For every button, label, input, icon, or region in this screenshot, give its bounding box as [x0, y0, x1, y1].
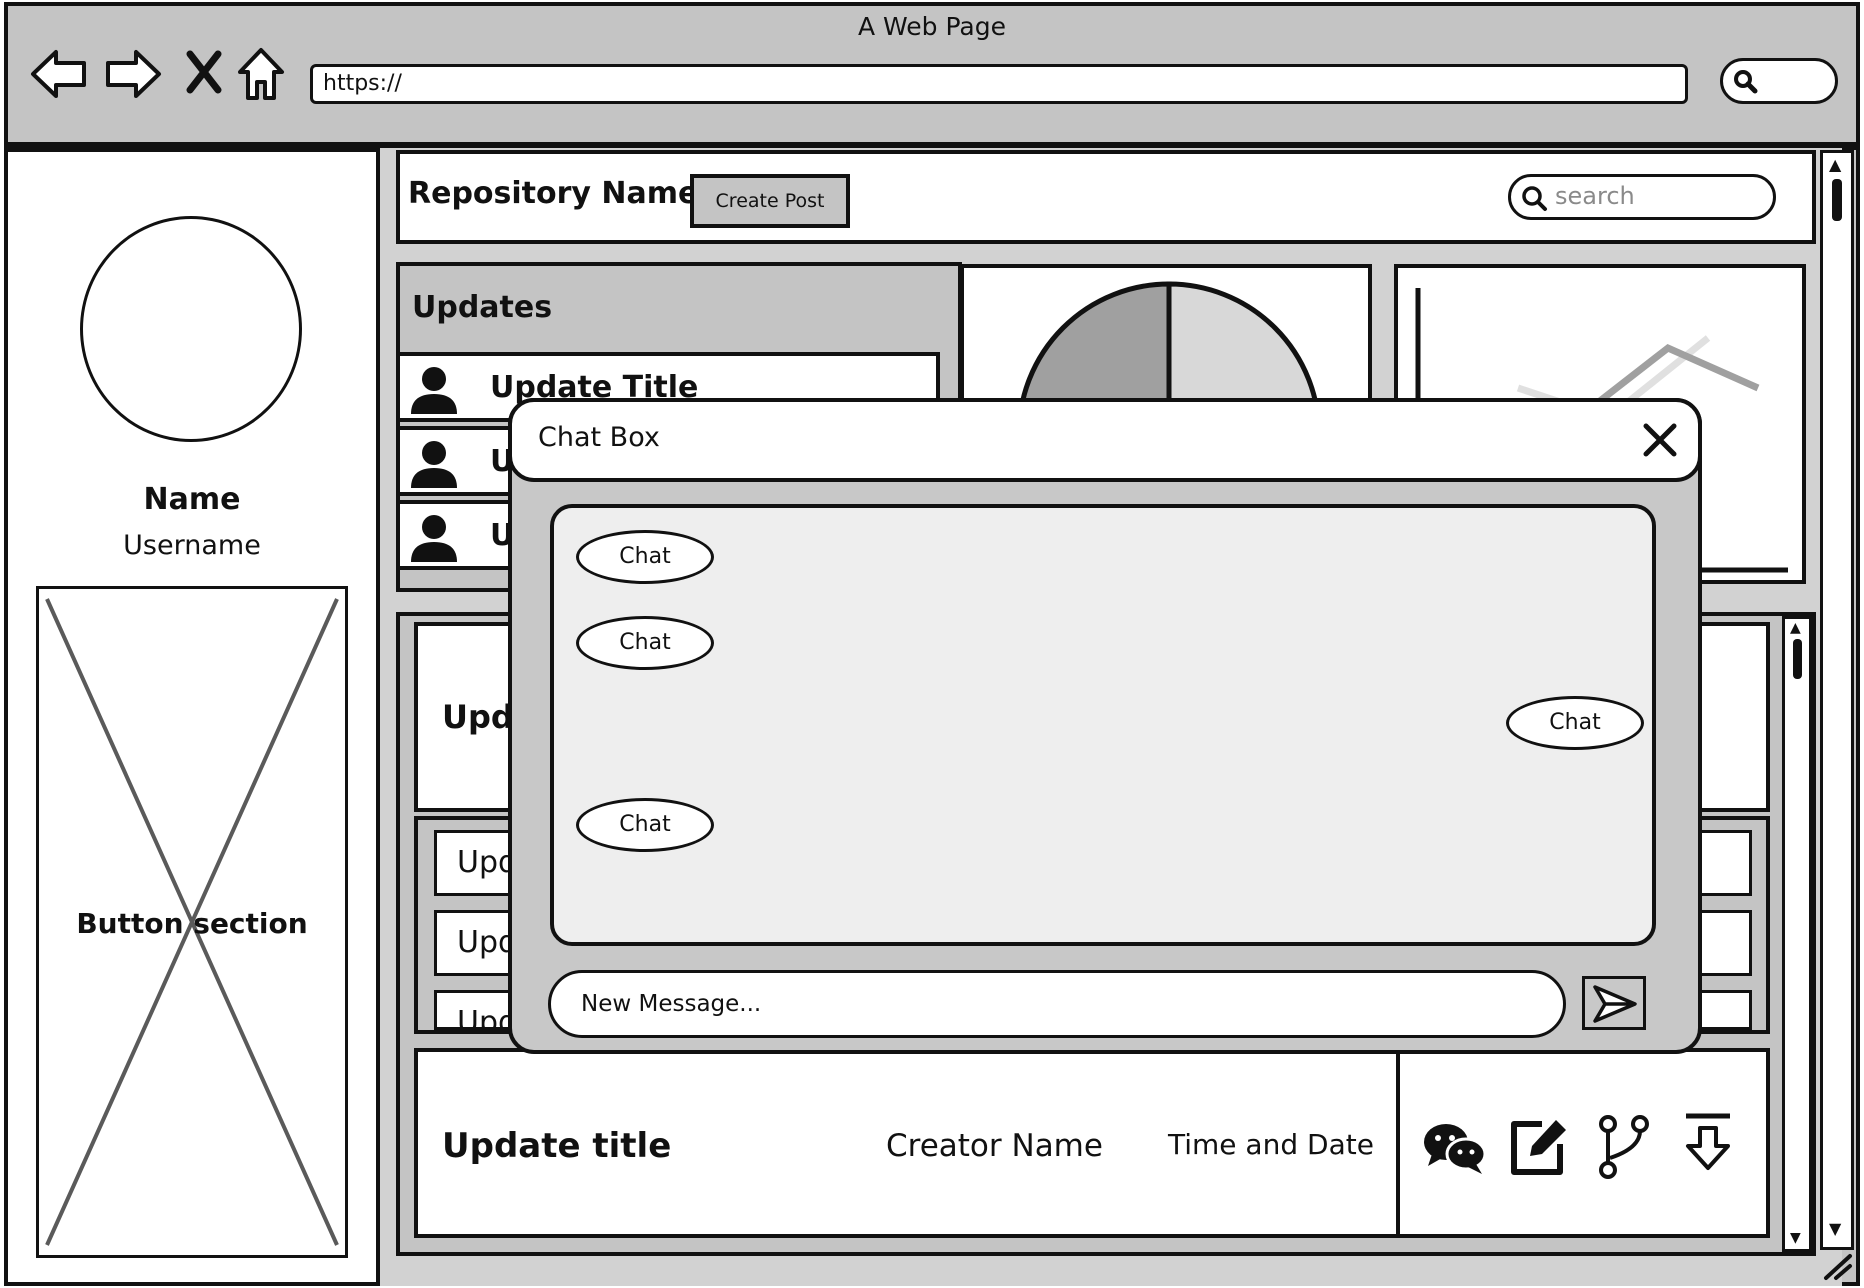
page-scrollbar[interactable]: ▲ ▼ [1820, 150, 1854, 1250]
close-icon[interactable] [1642, 422, 1678, 458]
profile-name: Name [143, 482, 241, 517]
update-detail-row[interactable]: Update title Creator Name Time and Date [414, 1048, 1400, 1238]
update-actions [1396, 1048, 1770, 1238]
window-title: A Web Page [857, 12, 1007, 41]
url-text: https:// [323, 71, 402, 96]
address-bar[interactable]: https:// [310, 64, 1688, 104]
magnifier-icon [1733, 69, 1759, 95]
back-arrow-icon[interactable] [30, 48, 88, 100]
new-message-input[interactable]: New Message... [548, 970, 1566, 1038]
download-icon[interactable] [1682, 1112, 1734, 1174]
avatar [80, 216, 302, 442]
button-section-placeholder: Button section [36, 586, 348, 1258]
create-post-button[interactable]: Create Post [690, 174, 850, 228]
time-and-date: Time and Date [1168, 1128, 1374, 1161]
button-section-label: Button section [76, 907, 308, 940]
updates-title: Updates [412, 290, 553, 325]
search-placeholder: search [1555, 182, 1635, 210]
chat-bubble: Chat [576, 530, 714, 584]
creator-name: Creator Name [886, 1128, 1103, 1164]
chat-bubbles-icon[interactable] [1422, 1120, 1488, 1176]
scroll-down-icon[interactable]: ▼ [1829, 1221, 1841, 1237]
repo-search-input[interactable]: search [1508, 174, 1776, 220]
branch-icon[interactable] [1596, 1114, 1652, 1180]
list-scroll-thumb[interactable] [1793, 639, 1802, 679]
profile-username: Username [123, 530, 261, 561]
update-detail-title: Update title [442, 1126, 672, 1166]
scroll-up-icon[interactable]: ▲ [1829, 157, 1841, 173]
user-icon [408, 512, 460, 564]
list-scroll-down-icon[interactable]: ▼ [1790, 1231, 1801, 1245]
stop-x-icon[interactable] [186, 50, 222, 94]
chat-bubble: Chat [576, 616, 714, 670]
send-button[interactable] [1582, 976, 1646, 1030]
user-icon [408, 364, 460, 416]
chat-bubble: Chat [576, 798, 714, 852]
chat-box-title: Chat Box [538, 422, 660, 453]
search-icon [1521, 185, 1549, 213]
user-icon [408, 438, 460, 490]
list-scrollbar[interactable]: ▲ ▼ [1782, 616, 1812, 1252]
forward-arrow-icon[interactable] [104, 48, 162, 100]
new-message-placeholder: New Message... [581, 991, 762, 1017]
send-icon [1591, 983, 1639, 1025]
repository-name: Repository Name [408, 176, 699, 211]
resize-grip-icon[interactable] [1822, 1252, 1854, 1282]
chat-messages-area [550, 504, 1656, 946]
edit-icon[interactable] [1506, 1114, 1570, 1178]
featured-update-title: Upd [442, 698, 514, 736]
create-post-label: Create Post [715, 190, 825, 212]
chat-box-header [508, 398, 1702, 482]
list-scroll-up-icon[interactable]: ▲ [1790, 621, 1801, 635]
chat-bubble: Chat [1506, 696, 1644, 750]
home-icon[interactable] [236, 46, 286, 102]
scroll-thumb[interactable] [1832, 179, 1842, 221]
browser-search-field[interactable] [1720, 58, 1838, 104]
